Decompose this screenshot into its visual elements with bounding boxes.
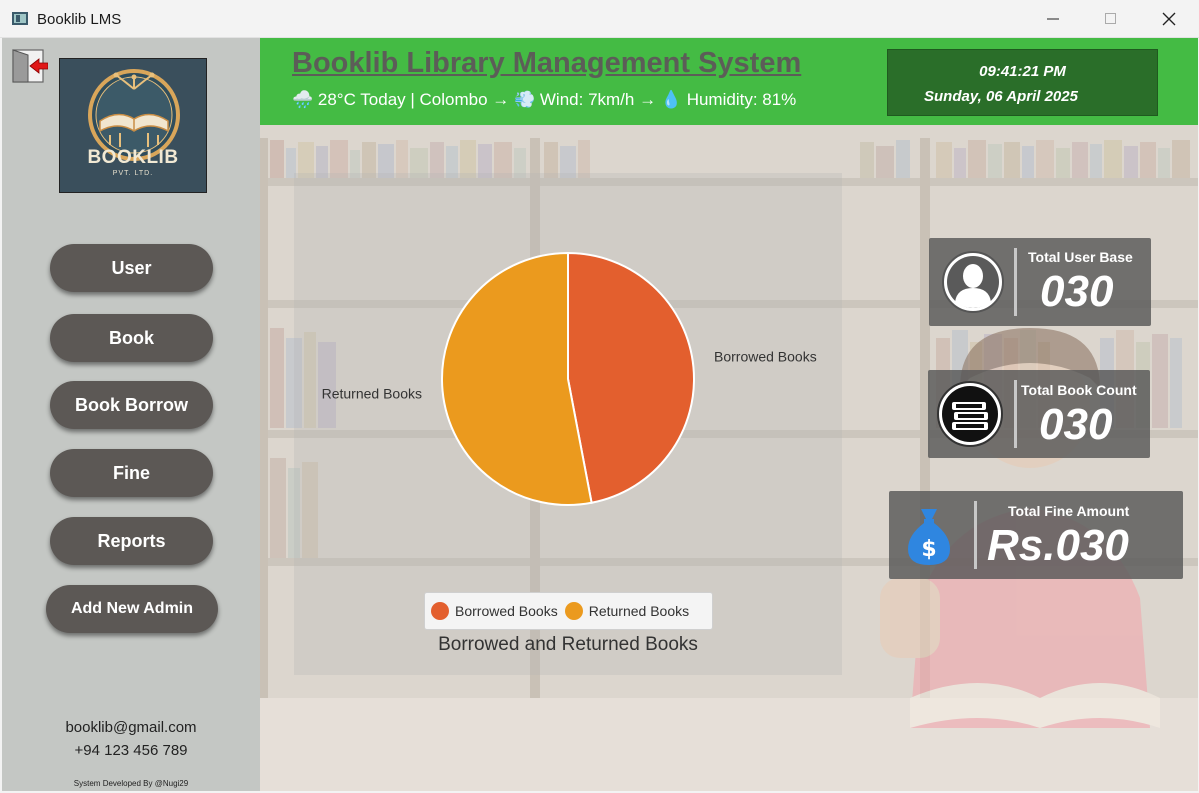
pie-slice-borrowed-books [567,251,695,504]
clock-panel: 09:41:21 PM Sunday, 06 April 2025 [887,49,1158,116]
user-icon [942,251,1004,313]
current-date: Sunday, 06 April 2025 [924,88,1078,105]
total-users-value: 030 [1040,267,1114,316]
close-button[interactable] [1140,0,1198,38]
total-fines-label: Total Fine Amount [1008,503,1130,519]
chart-panel: Borrowed Books Returned Books Borrowed Bo… [294,173,842,675]
legend-marker-returned [564,602,583,620]
developer-credit: System Developed By @Nugi29 [73,779,189,788]
chart-legend: Borrowed Books Returned Books [424,592,713,630]
book-button[interactable]: Book [50,314,213,362]
card-divider [1014,248,1017,316]
legend-item-returned: Returned Books [564,602,690,620]
add-new-admin-button[interactable]: Add New Admin [46,585,218,633]
total-books-value: 030 [1039,400,1113,449]
total-books-card: Total Book Count 030 [928,370,1150,458]
window-title: Booklib LMS [37,11,122,28]
pie-chart: Borrowed Books Returned Books [322,251,817,506]
maximize-icon [1105,13,1116,24]
money-bag-icon: $ [908,509,950,565]
books-stack-icon [937,381,1003,447]
legend-label-borrowed: Borrowed Books [455,603,558,619]
user-button[interactable]: User [50,244,213,292]
card-divider [974,501,977,569]
pie-label-borrowed-books: Borrowed Books [714,348,817,364]
total-fines-value: Rs.030 [987,521,1129,570]
legend-marker-borrowed [431,602,449,620]
total-users-label: Total User Base [1028,249,1133,265]
book-borrow-button[interactable]: Book Borrow [50,381,213,429]
system-title: Booklib Library Management System [292,47,802,79]
current-time: 09:41:21 PM [979,63,1066,80]
contact-email: booklib@gmail.com [65,719,197,736]
minimize-button[interactable] [1024,0,1082,38]
total-users-card: Total User Base 030 [929,238,1151,326]
minimize-icon [1047,18,1059,20]
window-title-bar: Booklib LMS [0,0,1199,38]
fine-button[interactable]: Fine [50,449,213,497]
sidebar: BOOKLIB PVT. LTD. User Book Book Borrow … [2,38,260,791]
reports-button[interactable]: Reports [50,517,213,565]
dashboard-main: Booklib Library Management System 🌧️ 28°… [260,38,1198,791]
total-books-label: Total Book Count [1021,382,1137,398]
maximize-button[interactable] [1082,0,1140,38]
header-bar: Booklib Library Management System 🌧️ 28°… [260,38,1198,125]
card-divider [1014,380,1017,448]
weather-info: 🌧️ 28°C Today | Colombo → 💨 Wind: 7km/h … [292,90,797,109]
legend-label-returned: Returned Books [588,603,690,619]
app-icon [12,12,28,25]
logo-text: BOOKLIB [87,147,179,168]
contact-phone: +94 123 456 789 [74,742,188,759]
logout-icon[interactable] [12,49,48,83]
svg-text:$: $ [921,537,936,562]
chart-title: Borrowed and Returned Books [438,634,698,655]
legend-item-borrowed: Borrowed Books [431,602,558,620]
close-icon [1162,12,1176,26]
pie-label-returned-books: Returned Books [322,386,422,402]
booklib-logo: BOOKLIB PVT. LTD. [59,58,207,193]
logo-subtext: PVT. LTD. [112,170,154,177]
total-fines-card: $ Total Fine Amount Rs.030 [889,491,1183,579]
